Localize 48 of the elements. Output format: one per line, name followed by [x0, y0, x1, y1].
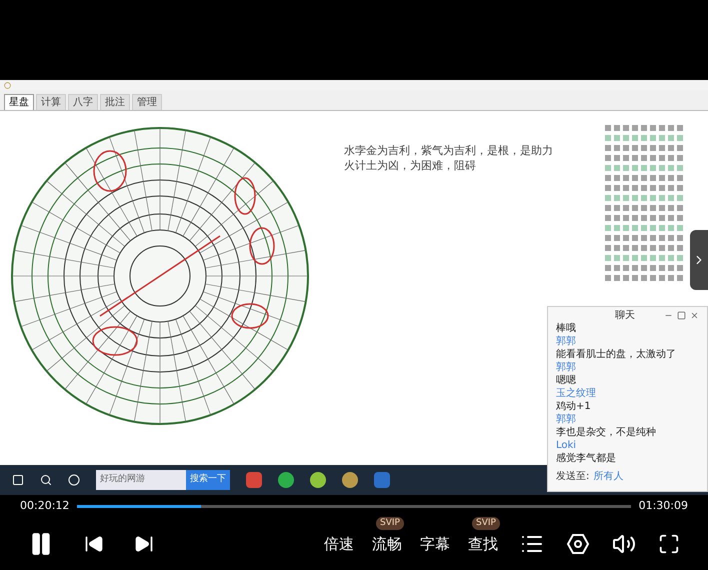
- chat-app-icon[interactable]: [278, 472, 294, 488]
- chat-message: 能看看肌士的盘，太激动了: [556, 349, 677, 361]
- app-icon[interactable]: [374, 472, 390, 488]
- circle-icon[interactable]: [68, 474, 80, 486]
- chat-message: 鸡动+1: [556, 401, 592, 413]
- annotation-text: 水孛金为吉利，紫气为吉利，是根，是助力: [344, 143, 554, 158]
- vip-badge: SVIP: [472, 516, 500, 530]
- search-field[interactable]: 好玩的网游: [96, 470, 186, 490]
- tab[interactable]: 管理: [132, 94, 162, 110]
- chat-title: 聊天: [615, 308, 635, 322]
- elapsed-time: 00:20:12: [20, 498, 70, 514]
- chat-message: 嗯嗯: [556, 375, 577, 387]
- chat-message: 李也是杂交，不是纯种: [556, 427, 657, 439]
- app-icon: [4, 82, 11, 88]
- sender-name: 郭郭: [556, 414, 577, 426]
- tab[interactable]: 八字: [68, 94, 98, 110]
- app-icon[interactable]: [246, 472, 262, 488]
- player-option[interactable]: 查找: [468, 532, 498, 555]
- annotation-text: 火计土为凶，为困难，阻碍: [344, 158, 477, 173]
- app-icon[interactable]: [342, 472, 358, 488]
- close-icon[interactable]: [690, 310, 699, 320]
- progress-track[interactable]: [77, 504, 631, 508]
- search-button[interactable]: 搜索一下: [186, 470, 230, 490]
- chat-message: 感觉李气都是: [556, 453, 617, 465]
- player-option[interactable]: 字幕: [420, 532, 450, 555]
- search-icon[interactable]: [40, 474, 52, 486]
- tab[interactable]: 星盘: [4, 94, 34, 110]
- sender-name: 玉之纹理: [556, 388, 597, 400]
- tab[interactable]: 批注: [100, 94, 130, 110]
- recipient-dropdown[interactable]: 所有人: [593, 469, 624, 484]
- chat-message: 棒哦: [556, 323, 577, 335]
- fullscreen-icon[interactable]: [658, 532, 680, 554]
- total-time: 01:30:09: [638, 498, 688, 514]
- app-icon[interactable]: [310, 472, 326, 488]
- vip-badge: SVIP: [376, 516, 404, 530]
- sender-name: 郭郭: [556, 362, 577, 374]
- previous-icon[interactable]: [84, 534, 104, 554]
- sender-name: 郭郭: [556, 336, 577, 348]
- next-icon[interactable]: [134, 534, 154, 554]
- maximize-icon[interactable]: [677, 310, 686, 320]
- tab[interactable]: 计算: [36, 94, 66, 110]
- side-arrow-button[interactable]: [690, 230, 708, 290]
- windows-start-icon[interactable]: [12, 474, 24, 486]
- player-option[interactable]: 流畅: [372, 532, 402, 555]
- player-option[interactable]: 倍速: [324, 532, 354, 555]
- settings-icon[interactable]: [566, 532, 590, 556]
- sender-name: Loki: [556, 440, 578, 452]
- send-to-label: 发送至:: [556, 470, 590, 484]
